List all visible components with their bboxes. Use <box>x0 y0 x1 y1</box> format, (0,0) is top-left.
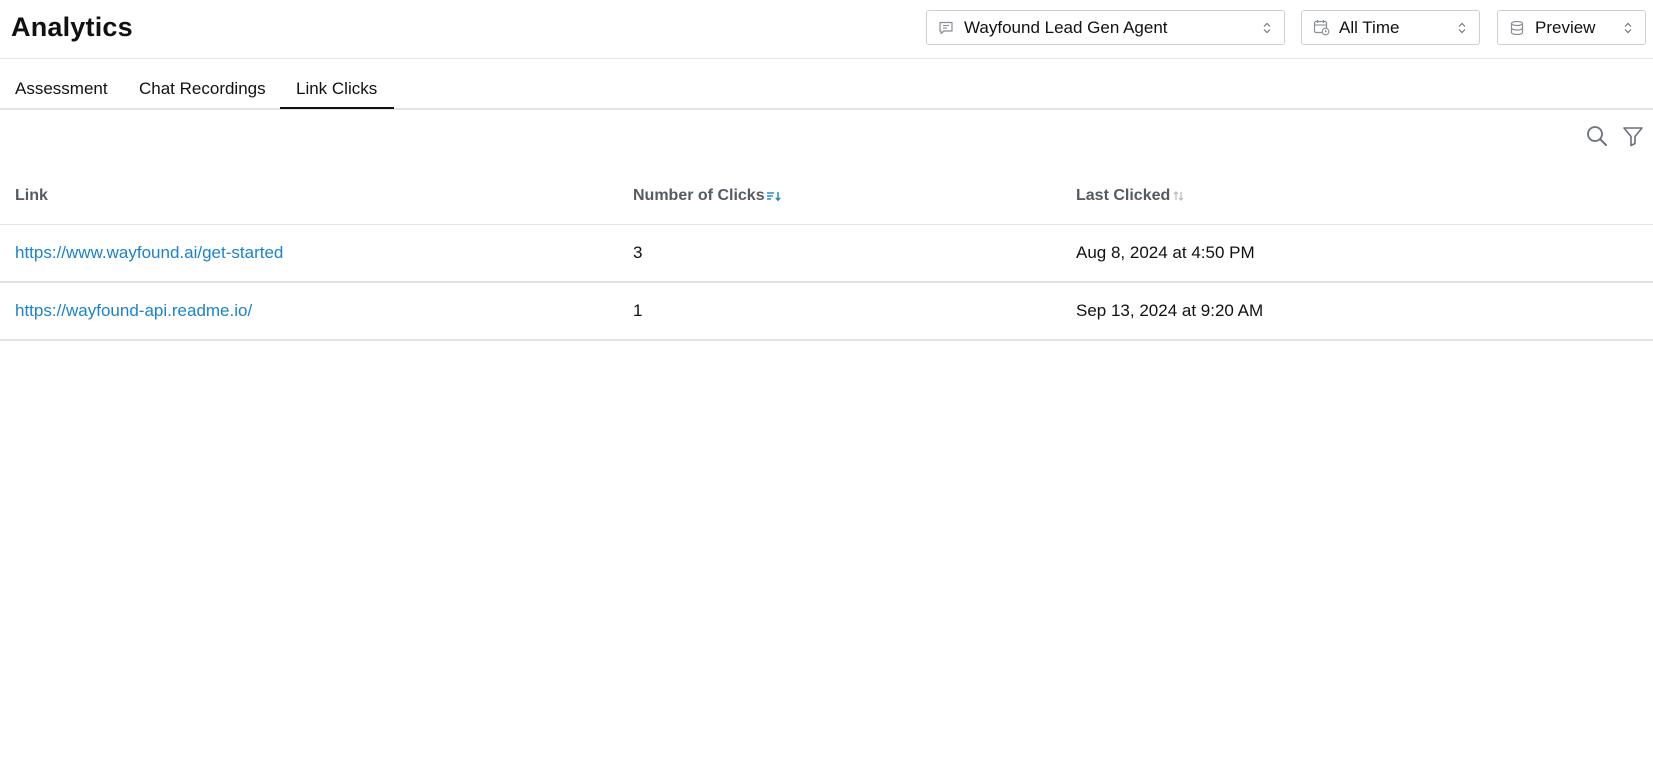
link-clicks-table: Link Number of Clicks Last Clicked https… <box>0 167 1653 341</box>
column-header-label: Link <box>15 187 48 204</box>
chevron-up-down-icon <box>1262 20 1272 36</box>
agent-select-value: Wayfound Lead Gen Agent <box>964 17 1168 37</box>
tab-link-clicks[interactable]: Link Clicks <box>296 79 377 99</box>
agent-select[interactable]: Wayfound Lead Gen Agent <box>926 10 1285 45</box>
column-header-last-clicked[interactable]: Last Clicked <box>1076 187 1187 205</box>
column-header-label: Number of Clicks <box>633 187 765 204</box>
environment-select[interactable]: Preview <box>1497 10 1646 45</box>
active-tab-indicator <box>280 107 394 109</box>
tab-chat-recordings[interactable]: Chat Recordings <box>139 79 266 99</box>
column-header-link[interactable]: Link <box>15 187 48 205</box>
calendar-icon <box>1312 19 1330 37</box>
clicks-cell: 3 <box>633 243 643 262</box>
page-title: Analytics <box>11 12 133 42</box>
link-cell[interactable]: https://wayfound-api.readme.io/ <box>15 301 252 321</box>
last-clicked-cell: Aug 8, 2024 at 4:50 PM <box>1076 243 1255 262</box>
sort-descending-icon <box>766 189 782 203</box>
time-range-value: All Time <box>1339 17 1400 37</box>
environment-value: Preview <box>1535 17 1596 37</box>
last-clicked-cell: Sep 13, 2024 at 9:20 AM <box>1076 301 1264 320</box>
column-header-number-of-clicks[interactable]: Number of Clicks <box>633 187 782 205</box>
column-header-label: Last Clicked <box>1076 187 1171 204</box>
table-row: https://wayfound-api.readme.io/ 1 Sep 13… <box>0 283 1653 341</box>
top-bar: Analytics Wayfound Lead Gen Agent All Ti… <box>0 0 1653 59</box>
chat-bubble-icon <box>937 19 955 37</box>
chevron-up-down-icon <box>1457 20 1467 36</box>
tab-bar: Assessment Chat Recordings Link Clicks <box>0 59 1653 110</box>
time-range-select[interactable]: All Time <box>1301 10 1480 45</box>
table-row: https://www.wayfound.ai/get-started 3 Au… <box>0 225 1653 283</box>
database-icon <box>1508 19 1526 37</box>
tab-assessment[interactable]: Assessment <box>15 79 108 99</box>
tab-bar-divider <box>0 108 1653 110</box>
table-header: Link Number of Clicks Last Clicked <box>0 167 1653 225</box>
filter-icon[interactable] <box>1622 125 1644 147</box>
link-cell[interactable]: https://www.wayfound.ai/get-started <box>15 243 283 263</box>
search-icon[interactable] <box>1586 125 1608 147</box>
clicks-cell: 1 <box>633 301 643 320</box>
sort-icon <box>1171 189 1187 203</box>
chevron-up-down-icon <box>1623 20 1633 36</box>
